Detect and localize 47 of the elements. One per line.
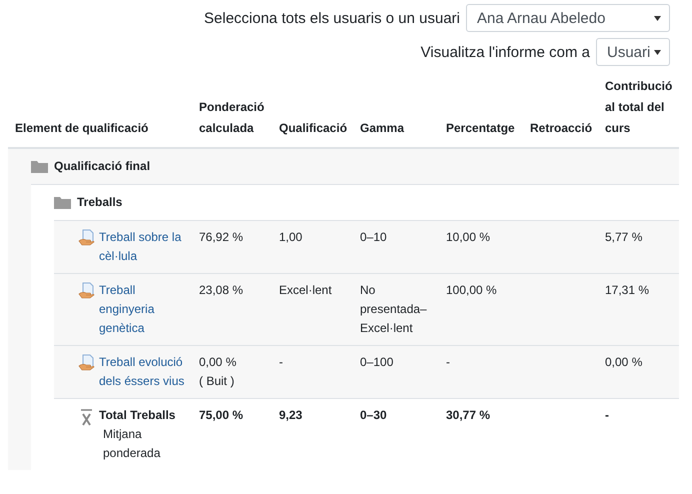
table-cell-text: No presentada–Excel·lent bbox=[360, 282, 428, 337]
table-cell-text: Excel·lent bbox=[279, 282, 333, 299]
table-cell-text: 0–10 bbox=[360, 229, 388, 246]
table-cell-text: 75,00 % bbox=[199, 407, 244, 424]
grade-item-link[interactable]: Treball enginyeria genètica bbox=[99, 281, 189, 338]
assignment-icon bbox=[78, 354, 95, 371]
table-cell-text: 76,92 % bbox=[199, 229, 244, 246]
table-cell-text: 9,23 bbox=[279, 407, 304, 424]
table-cell-text: 5,77 % bbox=[605, 229, 644, 246]
column-header: Contribució al total del curs bbox=[605, 79, 672, 135]
folder-icon bbox=[31, 160, 48, 173]
table-cell-text: 0,00 % bbox=[605, 354, 644, 371]
column-header: Ponderació calculada bbox=[199, 100, 264, 135]
table-cell-text: 30,77 % bbox=[446, 407, 492, 424]
table-cell-text: - bbox=[605, 407, 610, 424]
table-cell-text: 0,00 % bbox=[199, 354, 238, 371]
user-select-label: Selecciona tots els usuaris o un usuari bbox=[204, 10, 460, 26]
total-name: Total Treballs bbox=[99, 407, 176, 424]
weight-note: ( Buit ) bbox=[199, 373, 236, 390]
column-header: Retroacció bbox=[530, 121, 592, 135]
table-cell-text: - bbox=[279, 354, 284, 371]
assignment-icon bbox=[78, 282, 95, 299]
table-cell-text: 10,00 % bbox=[446, 229, 492, 246]
table-cell-text: 0–100 bbox=[360, 354, 394, 371]
grade-item-link[interactable]: Treball evolució dels éssers vius bbox=[99, 353, 189, 391]
view-select-label: Visualitza l'informe com a bbox=[420, 44, 590, 60]
column-header: Qualificació bbox=[279, 121, 348, 135]
assignment-icon bbox=[78, 229, 95, 246]
category-name: Treballs bbox=[77, 194, 122, 211]
column-header: Element de qualificació bbox=[15, 121, 148, 135]
aggregation-label: Mitjana ponderada bbox=[103, 426, 162, 462]
category-name: Qualificació final bbox=[54, 158, 150, 175]
table-cell-text: 17,31 % bbox=[605, 282, 650, 299]
user-select[interactable]: Ana Arnau Abeledo bbox=[466, 4, 670, 32]
table-cell-text: 23,08 % bbox=[199, 282, 244, 299]
view-select[interactable]: Usuari bbox=[596, 38, 670, 66]
caret-icon bbox=[654, 50, 661, 54]
column-header: Percentatge bbox=[446, 121, 515, 135]
table-cell-text: 1,00 bbox=[279, 229, 304, 246]
folder-icon bbox=[54, 196, 71, 209]
column-header: Gamma bbox=[360, 121, 404, 135]
caret-icon bbox=[654, 16, 661, 20]
grade-item-link[interactable]: Treball sobre la cèl·lula bbox=[99, 228, 189, 266]
table-cell-text: - bbox=[446, 354, 451, 371]
table-cell-text: 0–30 bbox=[360, 407, 388, 424]
mean-icon bbox=[78, 407, 95, 426]
table-cell-text: 100,00 % bbox=[446, 282, 498, 299]
